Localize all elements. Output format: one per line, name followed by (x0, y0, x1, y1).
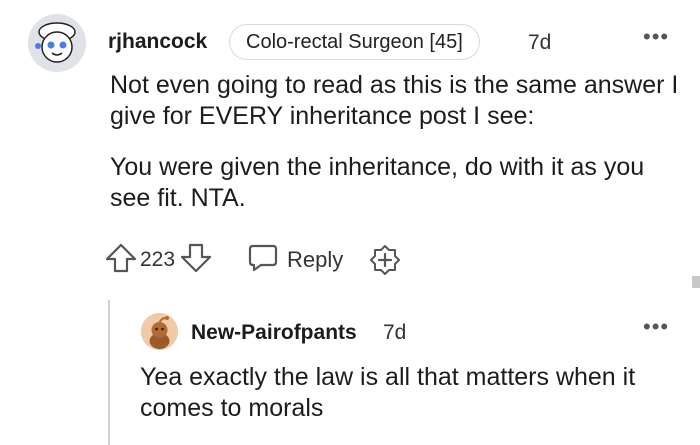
upvote-icon[interactable] (104, 242, 138, 279)
comment-timestamp: 7d (528, 31, 552, 54)
reply-label: Reply (287, 247, 344, 272)
comment-paragraph: You were given the inheritance, do with … (110, 153, 645, 212)
award-button[interactable] (369, 244, 401, 276)
user-flair: Colo-rectal Surgeon [45] (229, 24, 480, 60)
reply-avatar[interactable] (141, 313, 178, 350)
user-avatar[interactable] (28, 14, 86, 72)
avatar-icon (141, 313, 178, 350)
award-icon (370, 245, 401, 275)
scrollbar-thumb[interactable] (692, 276, 700, 288)
avatar-icon (28, 14, 86, 72)
reply-icon (247, 243, 279, 278)
reply-button[interactable]: Reply (247, 243, 343, 278)
comment-username[interactable]: rjhancock (108, 30, 207, 54)
comment-paragraph: Not even going to read as this is the sa… (110, 71, 679, 130)
reply-timestamp: 7d (383, 321, 407, 344)
thread-line[interactable] (108, 300, 110, 445)
comment-actions: 223 Reply (104, 238, 401, 282)
vote-count: 223 (140, 248, 176, 271)
more-options-icon[interactable]: ••• (643, 316, 669, 338)
more-options-icon[interactable]: ••• (643, 26, 669, 48)
reply-username[interactable]: New-Pairofpants (191, 321, 357, 345)
downvote-icon[interactable] (179, 242, 213, 279)
reply-text: Yea exactly the law is all that matters … (140, 363, 636, 422)
